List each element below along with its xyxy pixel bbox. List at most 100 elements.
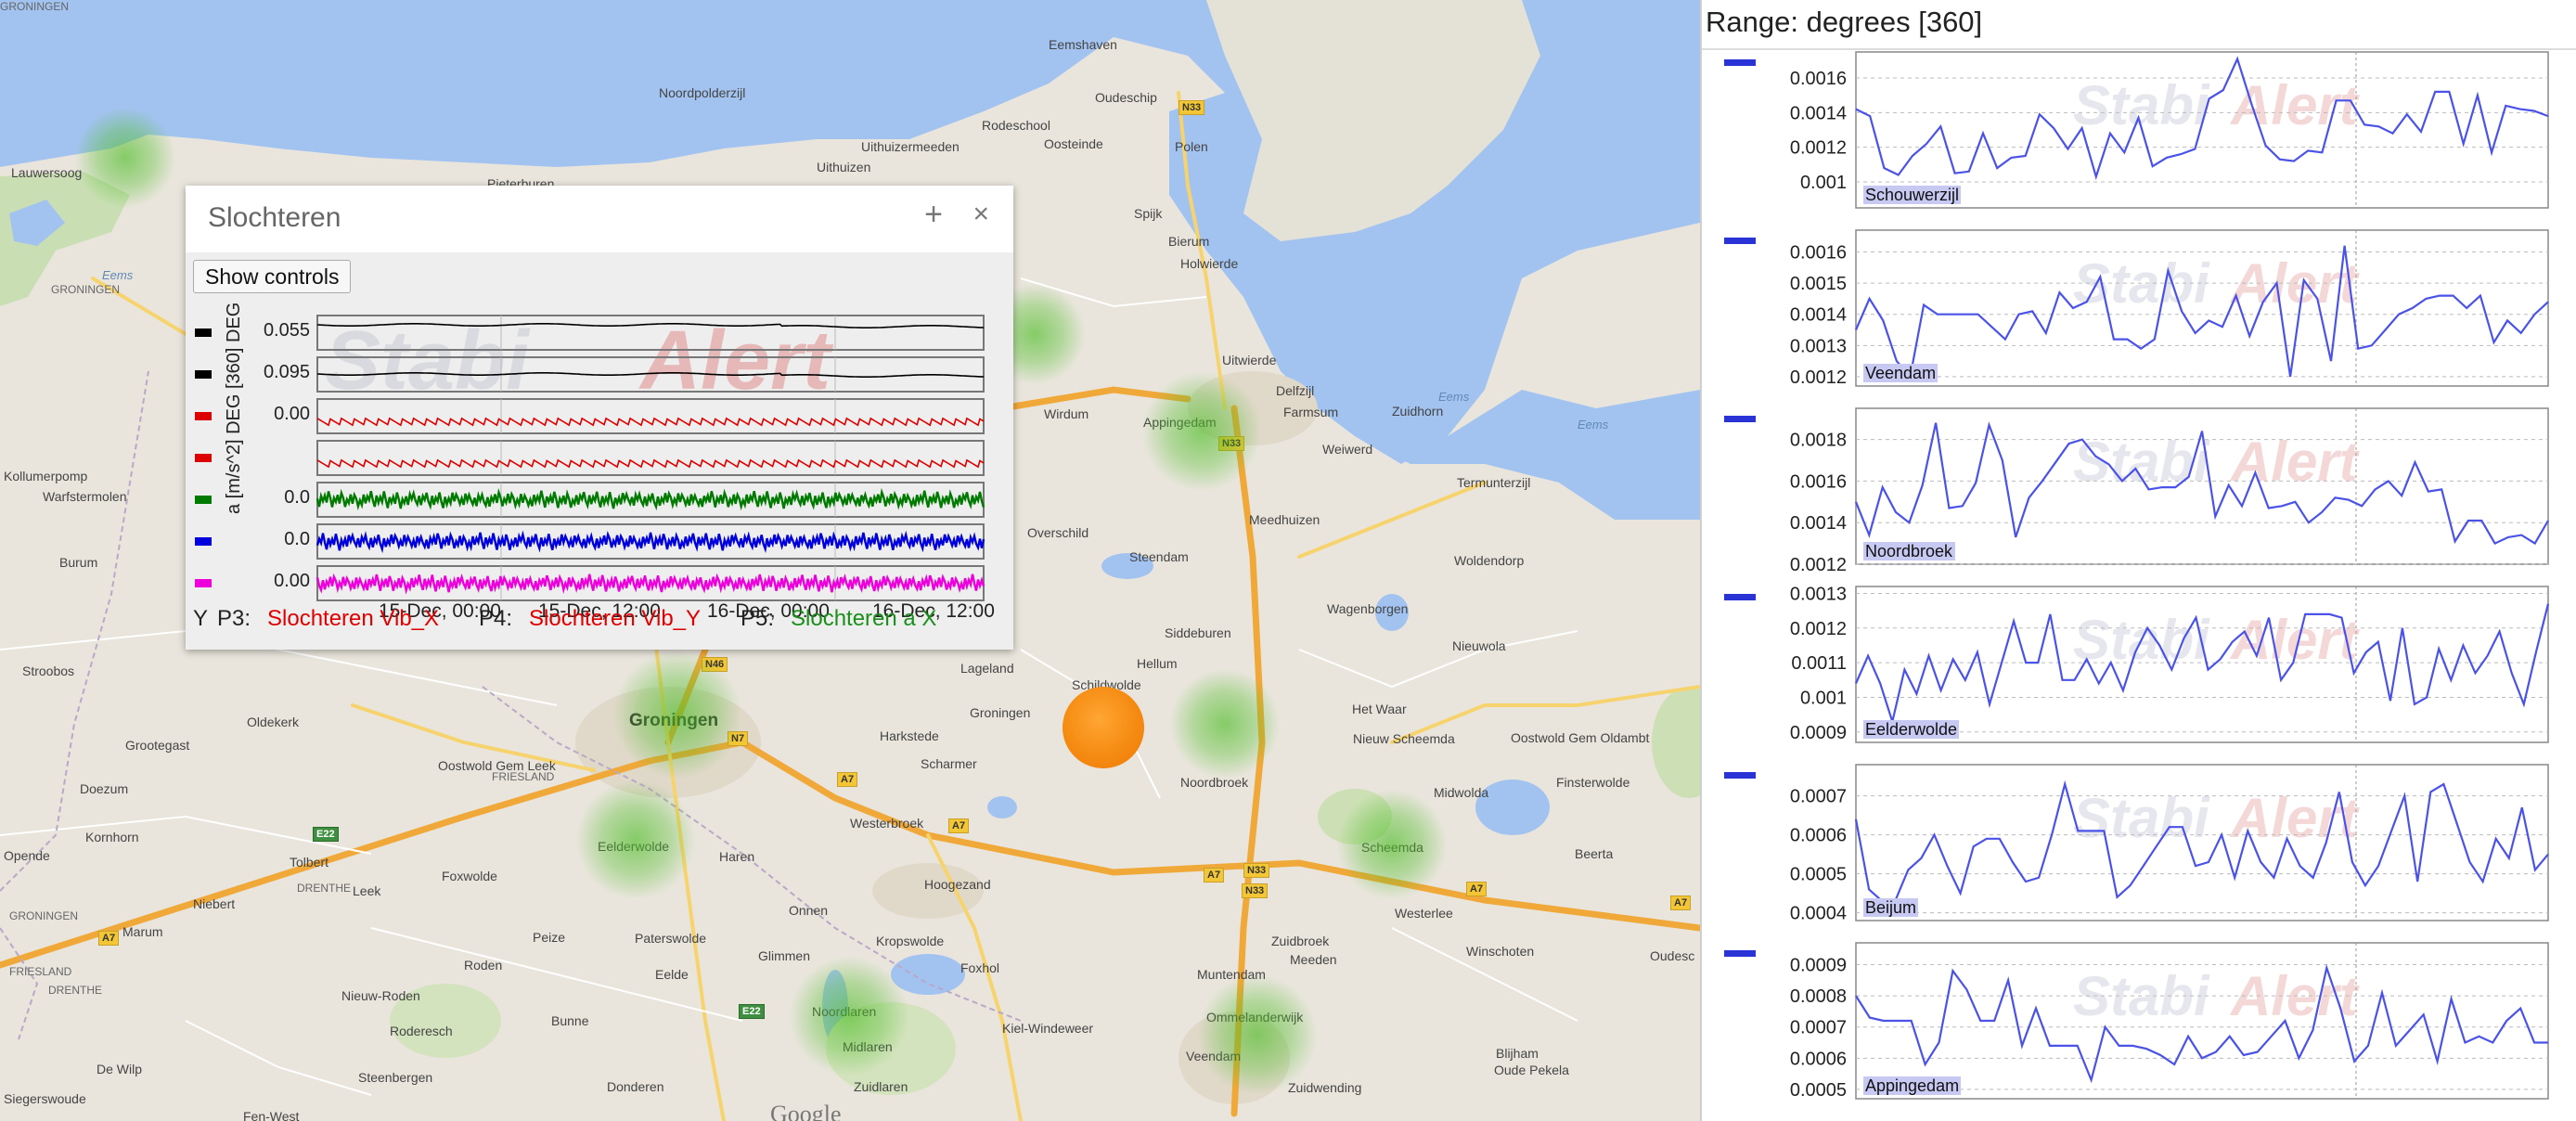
map-label: Kollumerpomp: [4, 469, 88, 483]
map-label: Zuidwending: [1288, 1080, 1362, 1095]
y-tick: 0.0011: [1791, 653, 1847, 674]
popup-chart: Stabi Alert0.0550.0950.000.00.00.0015-Dec…: [193, 301, 995, 631]
map-label: Farmsum: [1283, 405, 1339, 419]
map-label: Harkstede: [880, 728, 939, 743]
legend-label: Slochteren Vib_Y: [529, 606, 701, 631]
map-label: Wagenborgen: [1327, 601, 1409, 616]
map-label: Opende: [4, 848, 50, 863]
y-tick: 0.0012: [1790, 367, 1847, 388]
y-tick: 0.0009: [1790, 723, 1847, 743]
y-tick: 0.0014: [1790, 305, 1847, 326]
map-label: Finsterwolde: [1556, 775, 1630, 790]
legend-prefix: P4:: [479, 606, 512, 631]
map-label: Overschild: [1027, 525, 1089, 540]
range-label: Range: degrees [360]: [1706, 6, 1983, 38]
map-label: Noordpolderzijl: [659, 85, 746, 100]
close-button[interactable]: ×: [972, 199, 989, 230]
map-label: Delfzijl: [1276, 383, 1315, 398]
series-line: [316, 487, 985, 511]
y-tick: 0.0012: [1790, 619, 1847, 639]
station-chart[interactable]: Stabi Alert0.00090.00080.00070.00060.0005…: [1702, 941, 2576, 1119]
y-tick: 0.0005: [1790, 865, 1847, 885]
heat-spot-scheemda[interactable]: [1336, 789, 1448, 900]
road-shield: A7: [1670, 896, 1692, 910]
map-label: Meeden: [1290, 952, 1337, 967]
map-label: Oudeschip: [1095, 90, 1157, 105]
map-label: Oostwold Gem Oldambt: [1511, 730, 1650, 745]
map-label: Zuidbroek: [1271, 934, 1330, 948]
station-chart[interactable]: Stabi Alert0.00180.00160.00140.0012Noordb…: [1702, 406, 2576, 585]
map-label: Grootegast: [125, 738, 190, 753]
legend-label: Slochteren Vib_X: [267, 606, 439, 631]
map-label: Siegerswoude: [4, 1091, 86, 1106]
earthquake-marker-slochteren[interactable]: [1063, 687, 1144, 768]
series-swatch: [195, 496, 212, 504]
y-tick: 0.0012: [1790, 555, 1847, 575]
map-label: Kornhorn: [85, 830, 139, 844]
map-label: GRONINGEN: [0, 0, 70, 13]
map-label: Tolbert: [290, 855, 329, 870]
y-axis-label: a [m/s^2] DEG [360] DEG [360]: [224, 301, 244, 514]
google-logo: Google: [770, 1101, 842, 1121]
series-swatch: [195, 537, 212, 546]
y-tick: 0.0005: [1790, 1080, 1847, 1101]
y-tick: 0.00: [274, 404, 310, 424]
series-swatch: [195, 454, 212, 462]
map-label: Roden: [464, 958, 503, 973]
legend-prefix: P3:: [217, 606, 251, 631]
map-label: Rodeschool: [982, 118, 1050, 133]
map-label: Glimmen: [758, 948, 811, 963]
y-tick: 0.0009: [1790, 956, 1847, 976]
map-label: Steenbergen: [358, 1070, 433, 1085]
map-label: Bierum: [1168, 234, 1210, 249]
series-line: [316, 573, 985, 595]
road-shield: A7: [1466, 882, 1488, 896]
station-chart[interactable]: Stabi Alert0.00070.00060.00050.0004 Beijum: [1702, 763, 2576, 941]
heat-spot-lauwersoog[interactable]: [74, 107, 176, 209]
y-tick: 0.0: [284, 529, 310, 549]
heat-spot-groningen[interactable]: [612, 650, 742, 780]
show-controls-button[interactable]: Show controls: [193, 260, 352, 293]
map-label: Uitwierde: [1222, 353, 1277, 367]
map-label: DRENTHE: [297, 882, 352, 895]
station-name: Veendam: [1865, 364, 1936, 382]
map-label: Beerta: [1575, 846, 1614, 861]
y-tick: 0.0018: [1790, 431, 1847, 451]
y-tick: 0.0014: [1790, 513, 1847, 534]
station-name: Schouwerzijl: [1865, 186, 1959, 204]
map-label: De Wilp: [97, 1062, 143, 1076]
station-chart[interactable]: Stabi Alert0.00160.00140.00120.001Schouwe…: [1702, 50, 2576, 228]
map-label: Winschoten: [1466, 944, 1535, 959]
watermark-alert: Alert: [638, 315, 834, 407]
y-tick: 0.0006: [1790, 826, 1847, 846]
popup-series: 0.055: [195, 315, 985, 351]
heat-spot-noordbroek[interactable]: [1169, 668, 1281, 780]
heat-spot-veendam[interactable]: [1197, 974, 1318, 1095]
station-chart[interactable]: Stabi Alert0.00160.00150.00140.00130.0012…: [1702, 228, 2576, 406]
expand-button[interactable]: +: [924, 199, 943, 230]
y-tick: 0.0008: [1790, 986, 1847, 1007]
station-name: Noordbroek: [1865, 542, 1953, 560]
y-tick: 0.0007: [1790, 1018, 1847, 1038]
popup-series: [195, 440, 985, 476]
watermark-alert: Alert: [2229, 74, 2361, 136]
map-label: Eems: [1578, 418, 1609, 432]
map-label: Nieuwola: [1452, 638, 1506, 653]
map-label: GRONINGEN: [51, 283, 121, 296]
map-label: Blijham: [1496, 1046, 1539, 1061]
map-label: Doezum: [80, 781, 129, 796]
heat-spot-eelderwolde[interactable]: [575, 780, 696, 900]
heat-spot-appingedam[interactable]: [1141, 371, 1262, 492]
station-popup: Slochteren + × Show controls Stabi Alert 0…: [186, 186, 1013, 650]
road-shield: A7: [1204, 868, 1225, 883]
series-line: [316, 458, 985, 469]
map-label: Holwierde: [1180, 256, 1239, 271]
legend-prefix: P5:: [741, 606, 774, 631]
station-chart[interactable]: Stabi Alert0.00130.00120.00110.0010.0009 E…: [1702, 585, 2576, 763]
heat-spot-noordlaren[interactable]: [789, 956, 909, 1076]
y-tick: 0.0013: [1790, 585, 1847, 604]
y-tick: 0.055: [264, 320, 310, 341]
y-tick: 0.001: [1800, 173, 1847, 193]
legend-label: Slochteren a X: [791, 606, 936, 631]
map-label: Donderen: [607, 1079, 664, 1094]
